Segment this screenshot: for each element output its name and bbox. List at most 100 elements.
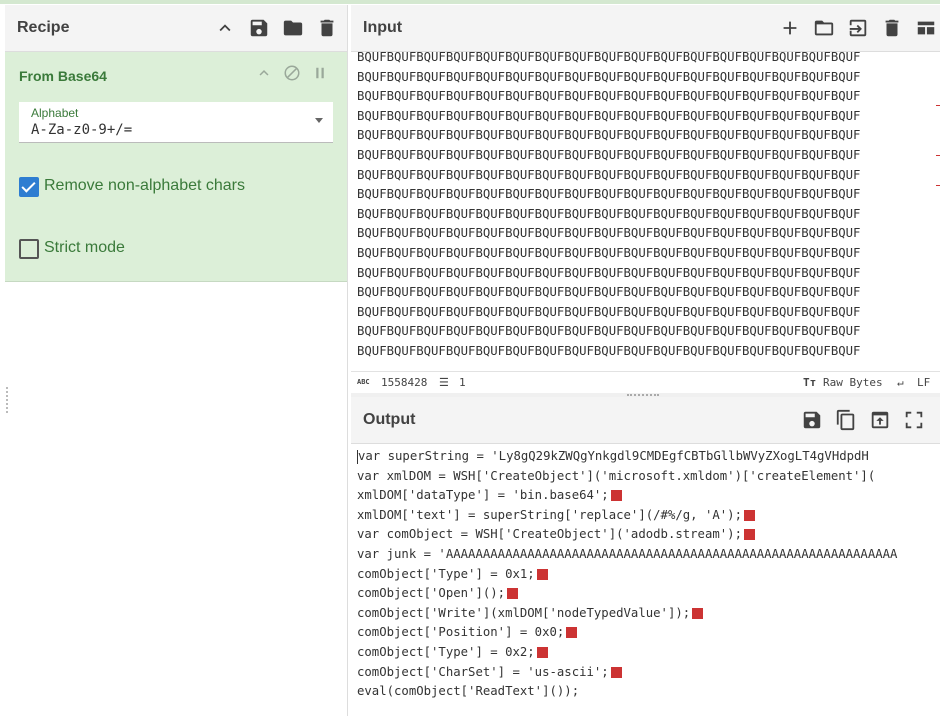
control-char-icon <box>566 627 578 639</box>
copy-icon[interactable] <box>834 408 858 432</box>
output-line-text: var junk = 'AAAAAAAAAAAAAAAAAAAAAAAAAAAA… <box>357 546 898 561</box>
output-line-text: xmlDOM['text'] = superString['replace'](… <box>357 507 742 522</box>
output-line: var comObject = WSH['CreateObject']('ado… <box>357 525 940 545</box>
control-char-icon <box>692 607 704 619</box>
input-line: BQUFBQUFBQUFBQUFBQUFBQUFBQUFBQUFBQUFBQUF… <box>357 245 861 260</box>
input-line: BQUFBQUFBQUFBQUFBQUFBQUFBQUFBQUFBQUFBQUF… <box>357 324 861 339</box>
alphabet-select[interactable]: Alphabet A-Za-z0-9+/= <box>19 102 333 143</box>
output-header: Output <box>351 397 940 444</box>
output-line-text: eval(comObject['ReadText']()); <box>357 684 580 699</box>
recipe-header: Recipe <box>5 5 347 52</box>
import-file-icon[interactable] <box>846 16 870 40</box>
control-char-icon <box>536 568 548 580</box>
output-line-text: comObject['CharSet'] = 'us-ascii'; <box>357 664 609 679</box>
trash-icon[interactable] <box>315 16 339 40</box>
input-line: BQUFBQUFBQUFBQUFBQUFBQUFBQUFBQUFBQUFBQUF… <box>357 187 861 202</box>
edge-marker <box>936 185 940 186</box>
output-line: xmlDOM['dataType'] = 'bin.base64'; <box>357 486 940 506</box>
recipe-title: Recipe <box>17 19 70 36</box>
fullscreen-icon[interactable] <box>902 408 926 432</box>
output-line-text: comObject['Type'] = 0x2; <box>357 644 535 659</box>
encoding-label[interactable]: Raw Bytes <box>823 376 883 389</box>
output-line: xmlDOM['text'] = superString['replace'](… <box>357 506 940 526</box>
line-count: 1 <box>459 376 466 389</box>
trash-icon[interactable] <box>880 16 904 40</box>
output-line-text: comObject['Position'] = 0x0; <box>357 625 565 640</box>
input-line: BQUFBQUFBQUFBQUFBQUFBQUFBQUFBQUFBQUFBQUF… <box>357 226 861 241</box>
chevron-up-icon[interactable] <box>213 16 237 40</box>
input-line: BQUFBQUFBQUFBQUFBQUFBQUFBQUFBQUFBQUFBQUF… <box>357 304 861 319</box>
control-char-icon <box>743 529 755 541</box>
top-strip <box>0 0 940 4</box>
save-icon[interactable] <box>247 16 271 40</box>
output-line: var superString = 'Ly8gQ29kZWQgYnkgdl9CM… <box>357 447 940 467</box>
output-line-text: comObject['Write'](xmlDOM['nodeTypedValu… <box>357 605 691 620</box>
control-char-icon <box>743 509 755 521</box>
output-line-text: xmlDOM['dataType'] = 'bin.base64'; <box>357 488 609 503</box>
chevron-up-icon[interactable] <box>255 64 273 82</box>
input-line: BQUFBQUFBQUFBQUFBQUFBQUFBQUFBQUFBQUFBQUF… <box>357 69 861 84</box>
remove-non-alphabet-checkbox[interactable] <box>19 177 39 197</box>
layout-icon[interactable] <box>914 16 938 40</box>
operation-title: From Base64 <box>19 68 107 84</box>
open-folder-icon[interactable] <box>812 16 836 40</box>
input-line: BQUFBQUFBQUFBQUFBQUFBQUFBQUFBQUFBQUFBQUF… <box>357 343 861 358</box>
alphabet-value: A-Za-z0-9+/= <box>31 122 133 138</box>
input-title: Input <box>363 19 403 36</box>
output-line-text: comObject['Type'] = 0x1; <box>357 566 535 581</box>
edge-marker <box>936 155 940 156</box>
output-line-text: comObject['Open'](); <box>357 586 506 601</box>
lines-icon: ☰ <box>439 376 449 389</box>
remove-non-alphabet-label[interactable]: Remove non-alphabet chars <box>44 177 245 195</box>
char-count-icon: ABC <box>357 378 370 386</box>
output-line: var junk = 'AAAAAAAAAAAAAAAAAAAAAAAAAAAA… <box>357 545 940 565</box>
input-pane: Input BQUFBQUFBQUFBQUFBQUFBQUFBQUFBQUFBQ… <box>351 5 940 394</box>
control-char-icon <box>507 588 519 600</box>
eol-label[interactable]: LF <box>917 376 930 389</box>
output-line-text: var superString = 'Ly8gQ29kZWQgYnkgdl9CM… <box>358 449 869 463</box>
control-char-icon <box>536 646 548 658</box>
resize-handle[interactable] <box>6 387 10 413</box>
alphabet-label: Alphabet <box>31 106 79 120</box>
eol-icon[interactable]: ↵ <box>897 376 904 389</box>
output-line: comObject['Type'] = 0x1; <box>357 565 940 585</box>
output-line: eval(comObject['ReadText']()); <box>357 682 940 702</box>
input-line: BQUFBQUFBQUFBQUFBQUFBQUFBQUFBQUFBQUFBQUF… <box>357 128 861 143</box>
edge-marker <box>936 105 940 106</box>
from-base64-operation[interactable]: From Base64 Alphabet A-Za-z0-9+/= Remove… <box>5 52 347 282</box>
output-line-text: var comObject = WSH['CreateObject']('ado… <box>357 527 742 542</box>
folder-icon[interactable] <box>281 16 305 40</box>
input-line: BQUFBQUFBQUFBQUFBQUFBQUFBQUFBQUFBQUFBQUF… <box>357 147 861 162</box>
input-header: Input <box>351 5 940 52</box>
output-line: comObject['CharSet'] = 'us-ascii'; <box>357 663 940 683</box>
input-line: BQUFBQUFBQUFBQUFBQUFBQUFBQUFBQUFBQUFBQUF… <box>357 50 861 64</box>
output-line: comObject['Type'] = 0x2; <box>357 643 940 663</box>
input-status-bar: ABC 1558428 ☰ 1 Tт Raw Bytes ↵ LF <box>351 371 940 394</box>
strict-mode-label[interactable]: Strict mode <box>44 239 125 257</box>
output-title: Output <box>363 411 416 428</box>
strict-mode-checkbox[interactable] <box>19 239 39 259</box>
input-line: BQUFBQUFBQUFBQUFBQUFBQUFBQUFBQUFBQUFBQUF… <box>357 89 861 104</box>
recipe-pane: Recipe From Base64 Alphabet A-Za-z0-9+/=… <box>5 5 348 716</box>
char-count: 1558428 <box>381 376 428 389</box>
input-textarea[interactable]: BQUFBQUFBQUFBQUFBQUFBQUFBQUFBQUFBQUFBQUF… <box>357 49 940 371</box>
control-char-icon <box>610 666 622 678</box>
input-line: BQUFBQUFBQUFBQUFBQUFBQUFBQUFBQUFBQUFBQUF… <box>357 265 861 280</box>
input-line: BQUFBQUFBQUFBQUFBQUFBQUFBQUFBQUFBQUFBQUF… <box>357 167 861 182</box>
output-line: comObject['Open'](); <box>357 584 940 604</box>
input-line: BQUFBQUFBQUFBQUFBQUFBQUFBQUFBQUFBQUFBQUF… <box>357 285 861 300</box>
text-encoding-icon[interactable]: Tт <box>803 376 816 389</box>
output-line: var xmlDOM = WSH['CreateObject']('micros… <box>357 467 940 487</box>
disable-icon[interactable] <box>283 64 301 82</box>
replace-input-icon[interactable] <box>868 408 892 432</box>
input-line: BQUFBQUFBQUFBQUFBQUFBQUFBQUFBQUFBQUFBQUF… <box>357 206 861 221</box>
input-line: BQUFBQUFBQUFBQUFBQUFBQUFBQUFBQUFBQUFBQUF… <box>357 108 861 123</box>
output-line: comObject['Position'] = 0x0; <box>357 623 940 643</box>
control-char-icon <box>610 490 622 502</box>
chevron-down-icon[interactable] <box>315 118 323 123</box>
add-icon[interactable] <box>778 16 802 40</box>
pause-icon[interactable] <box>311 64 329 82</box>
output-text[interactable]: var superString = 'Ly8gQ29kZWQgYnkgdl9CM… <box>357 447 940 716</box>
save-icon[interactable] <box>800 408 824 432</box>
output-line: comObject['Write'](xmlDOM['nodeTypedValu… <box>357 604 940 624</box>
